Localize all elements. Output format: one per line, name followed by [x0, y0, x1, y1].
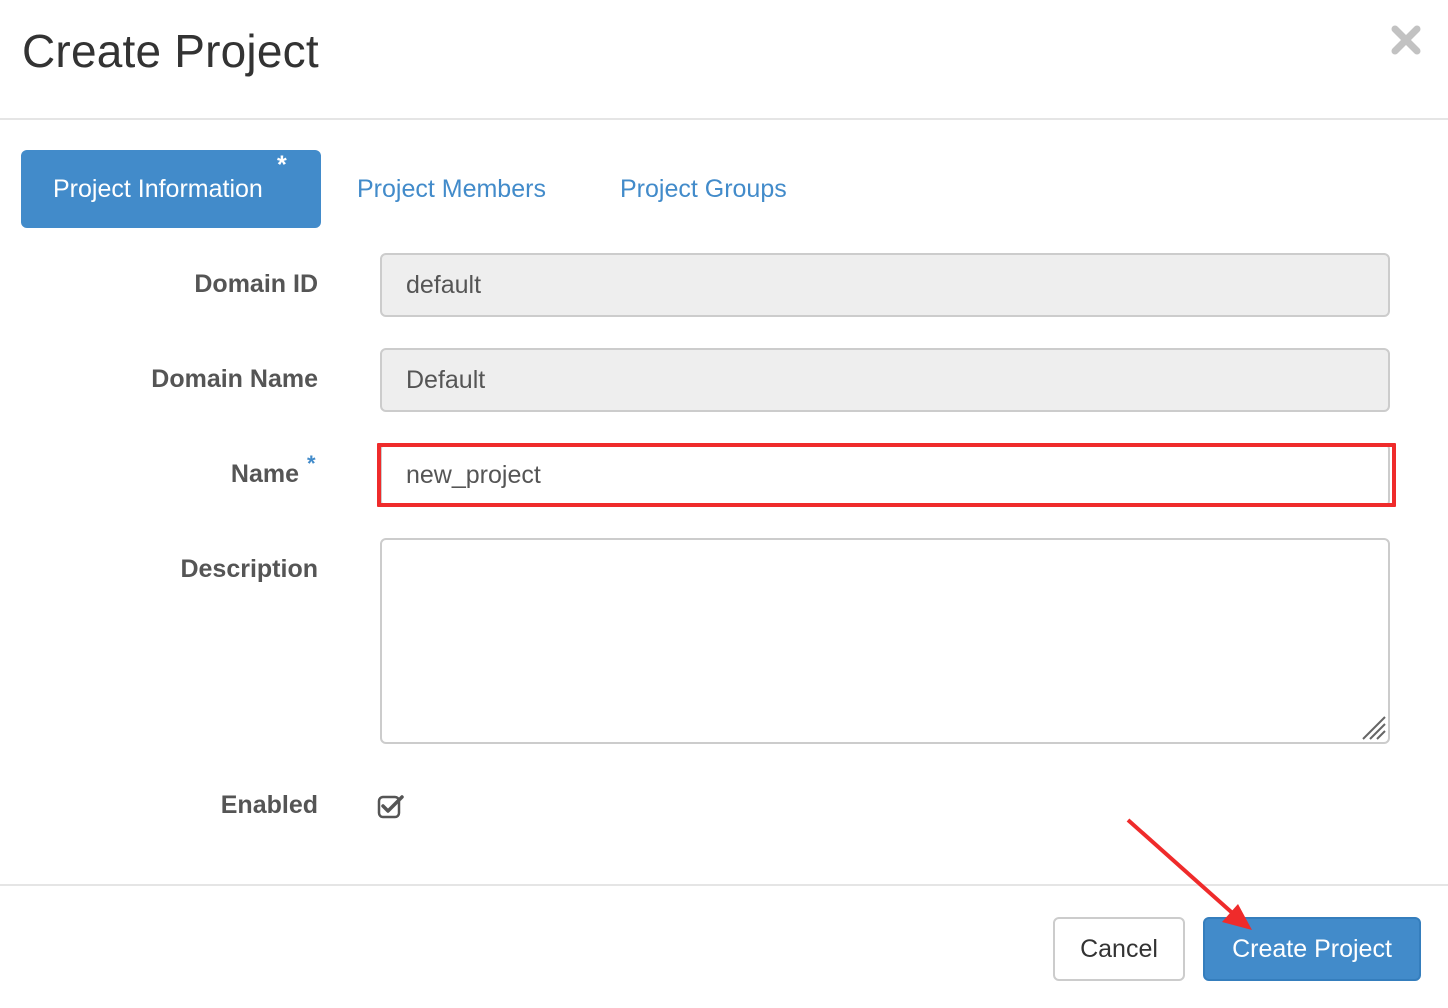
close-button[interactable]	[1386, 20, 1426, 60]
tab-label: Project Information	[53, 175, 263, 203]
domain-id-input[interactable]	[380, 253, 1390, 317]
description-textarea[interactable]	[380, 538, 1390, 744]
tab-project-information[interactable]: Project Information *	[21, 150, 321, 228]
description-label: Description	[180, 555, 318, 583]
tab-project-members[interactable]: Project Members	[357, 150, 546, 228]
modal-title: Create Project	[22, 25, 319, 77]
domain-name-label: Domain Name	[151, 365, 318, 393]
domain-id-label: Domain ID	[194, 270, 318, 298]
enabled-label: Enabled	[220, 791, 318, 819]
name-input[interactable]	[380, 443, 1390, 507]
modal-header: Create Project	[0, 0, 1448, 120]
cancel-button[interactable]: Cancel	[1053, 917, 1185, 981]
resize-handle-icon[interactable]	[1360, 714, 1386, 740]
checkbox-checked-icon	[377, 795, 404, 819]
name-label-text: Name	[230, 460, 299, 488]
name-label: Name *	[230, 451, 316, 489]
close-icon	[1391, 25, 1421, 55]
required-mark: *	[307, 451, 316, 476]
required-mark: *	[277, 151, 287, 179]
create-project-button[interactable]: Create Project	[1203, 917, 1421, 981]
domain-name-input[interactable]	[380, 348, 1390, 412]
enabled-checkbox[interactable]	[377, 792, 405, 820]
tab-project-groups[interactable]: Project Groups	[620, 150, 787, 228]
